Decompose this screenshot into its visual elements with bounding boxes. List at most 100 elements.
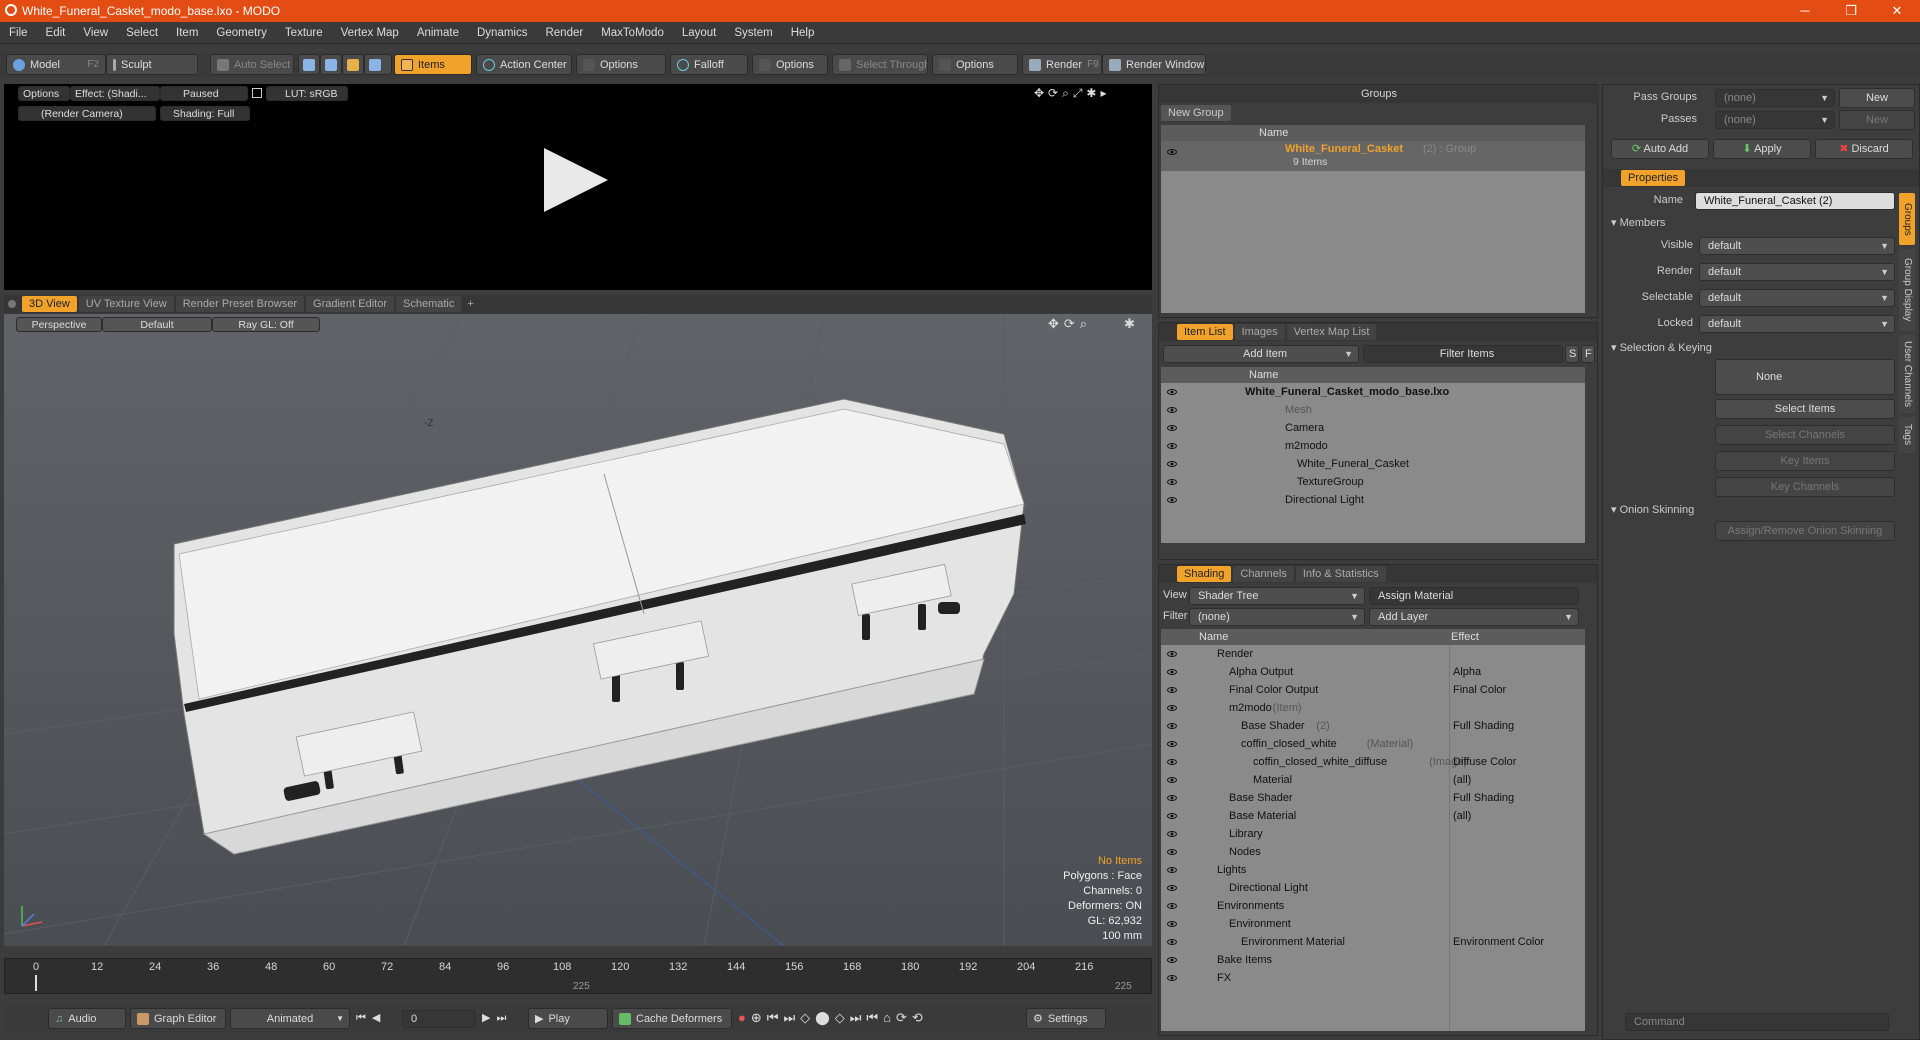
materials-mode-button[interactable] [364, 54, 392, 75]
action-center-button[interactable]: Action Center [476, 54, 572, 75]
eye-icon[interactable] [1167, 759, 1177, 765]
tab-channels[interactable]: Channels [1233, 566, 1294, 582]
frame-field[interactable]: 0 [402, 1010, 476, 1028]
menu-view[interactable]: View [74, 27, 117, 39]
list-item[interactable]: White_Funeral_Casket [1161, 455, 1585, 473]
shader-row[interactable]: Environment [1161, 915, 1585, 933]
filter-dropdown[interactable]: (none) ▼ [1189, 608, 1365, 626]
passes-dropdown[interactable]: (none) ▼ [1715, 111, 1835, 129]
menu-file[interactable]: File [0, 27, 37, 39]
raygl-toggle[interactable]: Ray GL: Off [212, 317, 320, 332]
side-tab-tags[interactable]: Tags [1899, 417, 1915, 453]
discard-button[interactable]: ✖ Discard [1815, 139, 1913, 159]
select-items-button[interactable]: Select Items [1715, 399, 1895, 419]
eye-icon[interactable] [1167, 479, 1177, 485]
assign-onion-button[interactable]: Assign/Remove Onion Skinning [1715, 521, 1895, 541]
eye-icon[interactable] [1167, 921, 1177, 927]
filter-f-button[interactable]: F [1581, 345, 1595, 363]
auto-add-button[interactable]: ⟳ Auto Add [1611, 139, 1709, 159]
transport-forward-icons[interactable]: ▶⏭ [482, 1011, 512, 1025]
render-dropdown[interactable]: default ▼ [1699, 263, 1895, 281]
visible-dropdown[interactable]: default ▼ [1699, 237, 1895, 255]
new-pass-group-button[interactable]: New [1839, 88, 1915, 108]
eye-icon[interactable] [1167, 407, 1177, 413]
eye-icon[interactable] [1167, 723, 1177, 729]
eye-icon[interactable] [1167, 741, 1177, 747]
list-item[interactable]: White_Funeral_Casket_modo_base.lxo [1161, 383, 1585, 401]
tab-3d-view[interactable]: 3D View [22, 296, 77, 312]
tab-item-list[interactable]: Item List [1177, 324, 1233, 340]
members-section[interactable]: ▾ Members [1611, 216, 1665, 229]
preview-nav-icons[interactable]: ✥⟳⌕⤢✱▸ [1034, 86, 1111, 101]
eye-icon[interactable] [1167, 777, 1177, 783]
add-tab-icon[interactable]: + [467, 298, 473, 310]
name-field[interactable]: White_Funeral_Casket (2) [1695, 192, 1895, 210]
eye-icon[interactable] [1167, 669, 1177, 675]
menu-select[interactable]: Select [117, 27, 167, 39]
locked-dropdown[interactable]: default ▼ [1699, 315, 1895, 333]
eye-icon[interactable] [1167, 425, 1177, 431]
select-through-button[interactable]: Select Through [832, 54, 928, 75]
filter-s-button[interactable]: S [1565, 345, 1579, 363]
selectable-dropdown[interactable]: default ▼ [1699, 289, 1895, 307]
preview-shading-dropdown[interactable]: Shading: Full [160, 106, 250, 121]
eye-icon[interactable] [1167, 867, 1177, 873]
menu-texture[interactable]: Texture [276, 27, 332, 39]
tab-properties[interactable]: Properties [1621, 170, 1686, 186]
command-input[interactable]: Command [1625, 1013, 1889, 1031]
items-mode-button[interactable]: Items [394, 54, 472, 75]
model-mode-button[interactable]: Model F2 [6, 54, 106, 75]
list-item[interactable]: Mesh [1161, 401, 1585, 419]
timeline[interactable]: 0 12 24 36 48 60 72 84 96 108 120 132 14… [4, 958, 1152, 994]
auto-select-button[interactable]: Auto Select [210, 54, 294, 75]
falloff-button[interactable]: Falloff [670, 54, 748, 75]
animated-dropdown[interactable]: Animated ▼ [230, 1008, 350, 1029]
tab-shading[interactable]: Shading [1177, 566, 1232, 582]
menu-vertex-map[interactable]: Vertex Map [332, 27, 408, 39]
shader-row[interactable]: FX [1161, 969, 1585, 987]
pass-groups-dropdown[interactable]: (none) ▼ [1715, 89, 1835, 107]
eye-icon[interactable] [1167, 705, 1177, 711]
side-tab-groups[interactable]: Groups [1899, 193, 1915, 245]
shading-style-dropdown[interactable]: Default [102, 317, 212, 332]
eye-icon[interactable] [1167, 443, 1177, 449]
menu-layout[interactable]: Layout [673, 27, 726, 39]
list-item[interactable]: Directional Light [1161, 491, 1585, 509]
eye-icon[interactable] [1167, 831, 1177, 837]
shader-row[interactable]: Material (all) [1161, 771, 1585, 789]
side-tab-user-channels[interactable]: User Channels [1899, 335, 1915, 413]
eye-icon[interactable] [1167, 849, 1177, 855]
close-button[interactable]: ✕ [1874, 0, 1920, 22]
tab-vertex-map-list[interactable]: Vertex Map List [1286, 324, 1377, 340]
shader-row[interactable]: Alpha Output Alpha [1161, 663, 1585, 681]
falloff-options-button[interactable]: Options [752, 54, 828, 75]
shader-row[interactable]: m2modo (Item) [1161, 699, 1585, 717]
shader-row[interactable]: coffin_closed_white (Material) [1161, 735, 1585, 753]
assign-material-input[interactable]: Assign Material [1369, 587, 1579, 605]
render-window-button[interactable]: Render Window [1102, 54, 1206, 75]
preview-options-button[interactable]: Options [18, 86, 70, 101]
new-group-button[interactable]: New Group [1161, 105, 1231, 121]
panel-menu-icon[interactable] [8, 300, 16, 308]
eye-icon[interactable] [1167, 903, 1177, 909]
preview-effect-dropdown[interactable]: Effect: (Shadi... [70, 86, 160, 101]
onion-skinning-section[interactable]: ▾ Onion Skinning [1611, 503, 1694, 516]
shader-row[interactable]: Nodes [1161, 843, 1585, 861]
viewport-settings-icon[interactable]: ✱ [1124, 316, 1135, 332]
select-channels-button[interactable]: Select Channels [1715, 425, 1895, 445]
key-items-button[interactable]: Key Items [1715, 451, 1895, 471]
add-item-dropdown[interactable]: Add Item ▼ [1163, 345, 1359, 363]
tab-gradient-editor[interactable]: Gradient Editor [306, 296, 394, 312]
vertices-mode-button[interactable] [298, 54, 320, 75]
eye-icon[interactable] [1167, 651, 1177, 657]
select-through-options-button[interactable]: Options [932, 54, 1018, 75]
menu-animate[interactable]: Animate [408, 27, 468, 39]
apply-button[interactable]: ⬇ Apply [1713, 139, 1811, 159]
key-transport-icons[interactable]: ●⊕⏮⏭◇⬤◇⏭⏮⌂⟳⟲ [738, 1010, 928, 1026]
audio-button[interactable]: ♫ Audio [48, 1008, 126, 1029]
preview-pause-button[interactable]: Paused [160, 86, 248, 101]
new-pass-button[interactable]: New [1839, 110, 1915, 130]
add-layer-dropdown[interactable]: Add Layer ▼ [1369, 608, 1579, 626]
viewport-nav-icons[interactable]: ✥⟳⌕ [1048, 316, 1092, 332]
menu-maxtomodo[interactable]: MaxToModo [592, 27, 673, 39]
